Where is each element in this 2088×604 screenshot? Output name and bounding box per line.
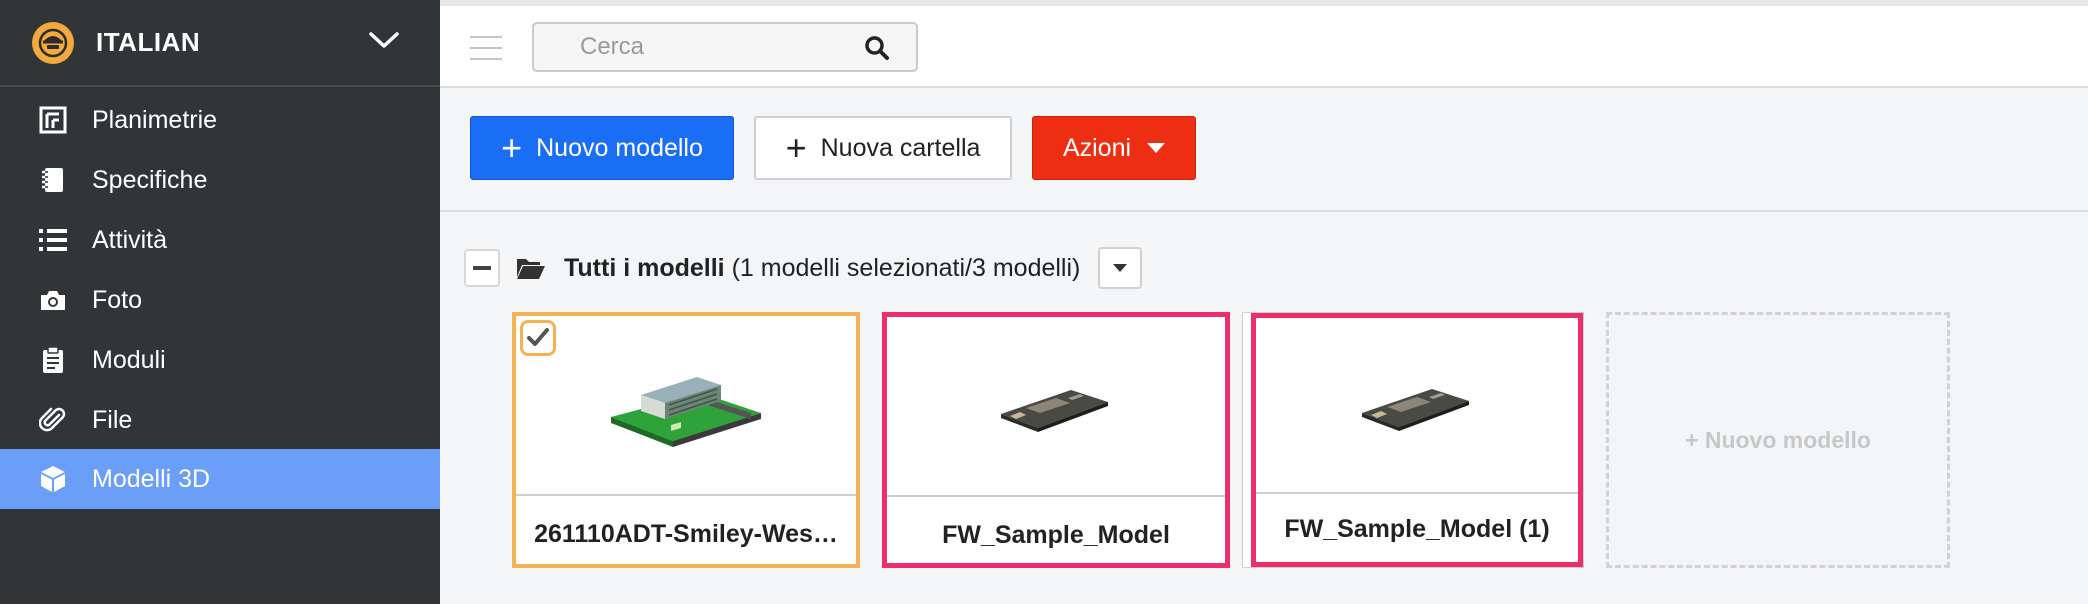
folder-open-icon: [517, 259, 545, 279]
folder-options-dropdown[interactable]: [1098, 247, 1143, 289]
sidebar-item-label: Modelli 3D: [92, 464, 211, 493]
model-thumbnail: [516, 316, 856, 494]
hamburger-menu-icon[interactable]: [470, 36, 502, 69]
model-card[interactable]: FW_Sample_Model: [882, 312, 1230, 568]
caret-down-icon: [1147, 143, 1166, 153]
sidebar-item-planimetrie[interactable]: Planimetrie: [0, 90, 440, 150]
cube-icon: [38, 464, 68, 494]
sidebar-item-label: Planimetrie: [92, 105, 218, 134]
model-name: FW_Sample_Model: [887, 495, 1225, 573]
search-box: [532, 22, 918, 72]
chevron-down-icon[interactable]: [368, 30, 400, 50]
paperclip-icon: [38, 405, 68, 435]
sidebar-item-attivita[interactable]: Attività: [0, 210, 440, 270]
new-model-card-label: + Nuovo modello: [1685, 426, 1871, 453]
plus-icon: +: [785, 127, 807, 168]
model-card[interactable]: 261110ADT-Smiley-Wes…: [512, 312, 860, 568]
selected-checkbox[interactable]: [520, 320, 556, 356]
clipboard-icon: [38, 345, 68, 375]
model-card[interactable]: FW_Sample_Model (1): [1242, 312, 1584, 568]
folder-title: Tutti i modelli (1 modelli selezionati/3…: [564, 254, 1080, 283]
folder-header: Tutti i modelli (1 modelli selezionati/3…: [464, 246, 1143, 290]
new-folder-button-label: Nuova cartella: [820, 133, 981, 162]
toolbar: + Nuovo modello + Nuova cartella Azioni: [440, 88, 2088, 212]
floorplan-icon: [38, 105, 68, 135]
actions-dropdown-button[interactable]: Azioni: [1032, 116, 1196, 180]
notebook-icon: [38, 165, 68, 195]
new-model-button-label: Nuovo modello: [536, 133, 703, 162]
actions-button-label: Azioni: [1062, 133, 1132, 162]
model-card-highlight: FW_Sample_Model (1): [1251, 313, 1583, 567]
sidebar-item-foto[interactable]: Foto: [0, 270, 440, 330]
collapse-folder-button[interactable]: [464, 249, 500, 287]
camera-icon: [38, 285, 68, 315]
project-name: ITALIAN: [96, 27, 201, 57]
sidebar-item-modelli-3d[interactable]: Modelli 3D: [0, 449, 440, 509]
search-icon[interactable]: [864, 35, 890, 61]
new-model-card[interactable]: + Nuovo modello: [1606, 312, 1950, 568]
worker-logo-icon: [32, 21, 74, 64]
sidebar-item-file[interactable]: File: [0, 390, 440, 450]
list-icon: [38, 225, 68, 255]
model-thumbnail: [887, 317, 1225, 495]
top-bar: [440, 0, 2088, 88]
model-name: 261110ADT-Smiley-Wes…: [516, 494, 856, 572]
new-model-button[interactable]: + Nuovo modello: [470, 116, 734, 180]
sidebar-item-specifiche[interactable]: Specifiche: [0, 150, 440, 210]
folder-summary: (1 modelli selezionati/3 modelli): [731, 253, 1081, 282]
search-input[interactable]: [580, 32, 840, 62]
folder-name: Tutti i modelli: [564, 253, 725, 282]
sidebar-item-label: Foto: [92, 285, 143, 314]
sidebar: ITALIAN Planimetrie Specifiche Attività …: [0, 0, 440, 604]
caret-down-icon: [1113, 264, 1128, 272]
model-thumbnail: [1256, 318, 1578, 492]
checkmark-icon: [527, 328, 549, 346]
new-folder-button[interactable]: + Nuova cartella: [754, 116, 1012, 180]
sidebar-item-label: Specifiche: [92, 165, 208, 194]
sidebar-item-label: File: [92, 405, 133, 434]
sidebar-item-moduli[interactable]: Moduli: [0, 330, 440, 390]
sidebar-item-label: Moduli: [92, 345, 166, 374]
model-name: FW_Sample_Model (1): [1256, 492, 1578, 564]
sidebar-item-label: Attività: [92, 225, 168, 254]
plus-icon: +: [501, 127, 523, 168]
project-selector[interactable]: ITALIAN: [0, 0, 440, 87]
